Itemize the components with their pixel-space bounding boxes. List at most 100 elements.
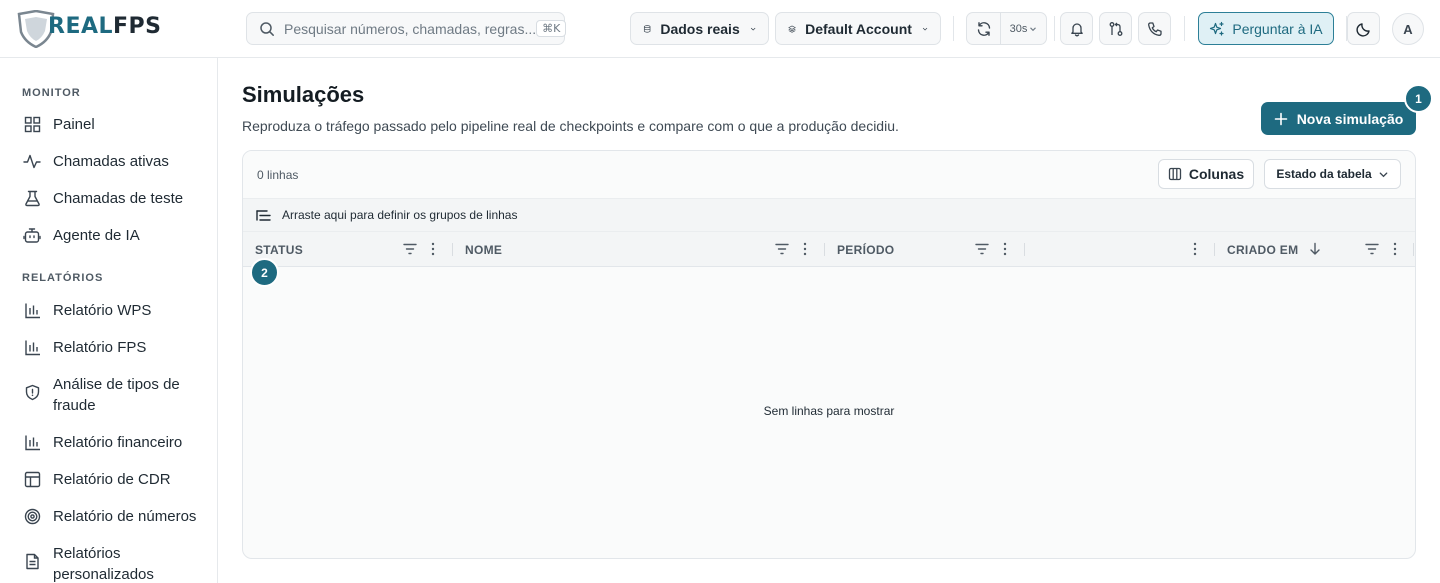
sidebar-item-painel[interactable]: Painel xyxy=(22,114,207,135)
sidebar-item-relatorio-wps[interactable]: Relatório WPS xyxy=(22,300,207,321)
sidebar-item-relatorio-cdr[interactable]: Relatório de CDR xyxy=(22,469,207,490)
columns-icon xyxy=(1168,167,1182,181)
sidebar-item-analise-de-fraude[interactable]: Análise de tipos de fraude xyxy=(22,374,207,416)
refresh-button[interactable] xyxy=(967,13,1001,44)
account-label: Default Account xyxy=(805,20,912,37)
sidebar-item-agente-de-ia[interactable]: Agente de IA xyxy=(22,225,207,246)
column-header-periodo[interactable]: PERÍODO xyxy=(837,232,894,267)
logo[interactable]: REALFPS xyxy=(16,9,162,49)
columns-label: Colunas xyxy=(1188,166,1245,182)
sidebar-item-label: Relatórios personalizados xyxy=(53,545,154,583)
target-icon xyxy=(22,506,42,526)
step-marker-2: 2 xyxy=(250,258,279,287)
columns-button[interactable]: Colunas xyxy=(1158,159,1254,189)
git-compare-icon xyxy=(1109,21,1122,36)
row-group-hint: Arraste aqui para definir os grupos de l… xyxy=(282,208,518,222)
column-menu-icon[interactable] xyxy=(1187,241,1203,257)
filter-icon[interactable] xyxy=(402,241,418,257)
sidebar-item-label: Chamadas de teste xyxy=(53,190,184,207)
plus-icon xyxy=(1274,112,1287,125)
column-menu-icon[interactable] xyxy=(997,241,1013,257)
column-header-criado-em[interactable]: CRIADO EM xyxy=(1227,232,1298,267)
sidebar-item-relatorio-numeros[interactable]: Relatório de números xyxy=(22,506,207,527)
sidebar-item-chamadas-de-teste[interactable]: Chamadas de teste xyxy=(22,188,207,209)
sidebar-item-relatorios-personalizados[interactable]: Relatórios personalizados xyxy=(22,543,207,583)
toolbar-divider xyxy=(953,16,954,41)
group-rows-icon xyxy=(256,209,271,221)
filter-icon[interactable] xyxy=(974,241,990,257)
column-menu-icon[interactable] xyxy=(1387,241,1403,257)
refresh-control: 30s xyxy=(966,12,1047,45)
sidebar-item-label: Relatório financeiro xyxy=(53,434,183,451)
sort-descending-icon[interactable] xyxy=(1307,241,1323,257)
ask-ai-button[interactable]: Perguntar à IA xyxy=(1198,12,1334,45)
sidebar-item-label: Relatório de números xyxy=(53,508,197,525)
ask-ai-label: Perguntar à IA xyxy=(1232,20,1323,37)
theme-toggle-button[interactable] xyxy=(1347,12,1380,45)
column-menu-icon[interactable] xyxy=(425,241,441,257)
toolbar-divider xyxy=(1184,16,1185,41)
grid-icon xyxy=(22,114,42,134)
sidebar-item-chamadas-ativas[interactable]: Chamadas ativas xyxy=(22,151,207,172)
refresh-icon xyxy=(977,21,990,36)
bot-icon xyxy=(22,225,42,245)
sidebar-item-label: Painel xyxy=(53,116,95,133)
table-icon xyxy=(22,469,42,489)
account-dropdown[interactable]: Default Account xyxy=(775,12,941,45)
grid-toolbar: 0 linhas Colunas Estado da tabela xyxy=(243,151,1415,198)
file-icon xyxy=(22,551,42,571)
data-source-dropdown[interactable]: Dados reais xyxy=(630,12,769,45)
bar-chart-icon xyxy=(22,432,42,452)
column-divider[interactable] xyxy=(452,243,453,256)
search-input[interactable]: Pesquisar números, chamadas, regras... xyxy=(284,21,536,37)
search-shortcut-hint: ⌘K xyxy=(536,20,567,37)
data-source-label: Dados reais xyxy=(660,20,740,37)
bar-chart-icon xyxy=(22,337,42,357)
chevron-down-icon xyxy=(922,27,928,31)
sidebar-item-relatorio-fps[interactable]: Relatório FPS xyxy=(22,337,207,358)
sidebar-item-label: Relatório WPS xyxy=(53,302,152,319)
notifications-button[interactable] xyxy=(1060,12,1093,45)
simulations-grid: 0 linhas Colunas Estado da tabela Arrast… xyxy=(242,150,1416,559)
new-simulation-label: Nova simulação xyxy=(1296,110,1404,127)
sidebar-item-label: Análise de tipos de fraude xyxy=(53,376,180,414)
sparkles-icon xyxy=(1210,21,1224,36)
user-avatar[interactable]: A xyxy=(1392,13,1424,45)
table-state-label: Estado da tabela xyxy=(1276,167,1372,181)
search-icon xyxy=(260,21,274,36)
column-divider[interactable] xyxy=(1214,243,1215,256)
new-simulation-button[interactable]: Nova simulação xyxy=(1261,102,1416,135)
moon-icon xyxy=(1355,22,1370,37)
grid-header-row: STATUS NOME PERÍODO CRIADO EM xyxy=(243,232,1415,267)
sidebar: MONITOR Painel Chamadas ativas Chamadas … xyxy=(0,58,218,583)
filter-icon[interactable] xyxy=(1364,241,1380,257)
sidebar-section-monitor: MONITOR xyxy=(22,87,81,99)
chevron-down-icon xyxy=(750,27,756,31)
database-icon xyxy=(643,24,651,33)
routing-button[interactable] xyxy=(1099,12,1132,45)
page-title: Simulações xyxy=(242,82,365,107)
sidebar-item-label: Relatório FPS xyxy=(53,339,147,356)
activity-icon xyxy=(22,151,42,171)
column-divider[interactable] xyxy=(1024,243,1025,256)
filter-icon[interactable] xyxy=(774,241,790,257)
chevron-down-icon xyxy=(1030,26,1037,31)
sidebar-item-relatorio-financeiro[interactable]: Relatório financeiro xyxy=(22,432,207,453)
table-state-dropdown[interactable]: Estado da tabela xyxy=(1264,159,1401,189)
refresh-interval-value: 30s xyxy=(1009,22,1028,35)
flask-icon xyxy=(22,188,42,208)
shield-icon xyxy=(22,382,42,402)
row-group-dropzone[interactable]: Arraste aqui para definir os grupos de l… xyxy=(243,198,1415,232)
sidebar-item-label: Agente de IA xyxy=(53,227,140,244)
global-search[interactable]: Pesquisar números, chamadas, regras... ⌘… xyxy=(246,12,567,45)
column-divider[interactable] xyxy=(1413,243,1414,256)
empty-state-message: Sem linhas para mostrar xyxy=(763,404,895,418)
top-bar: REALFPS Pesquisar números, chamadas, reg… xyxy=(0,0,1440,58)
phone-button[interactable] xyxy=(1138,12,1171,45)
step-marker-1: 1 xyxy=(1404,84,1433,113)
column-header-nome[interactable]: NOME xyxy=(465,232,502,267)
refresh-interval-select[interactable]: 30s xyxy=(1001,13,1046,44)
column-menu-icon[interactable] xyxy=(797,241,813,257)
brand-name: REALFPS xyxy=(48,13,162,39)
column-divider[interactable] xyxy=(824,243,825,256)
